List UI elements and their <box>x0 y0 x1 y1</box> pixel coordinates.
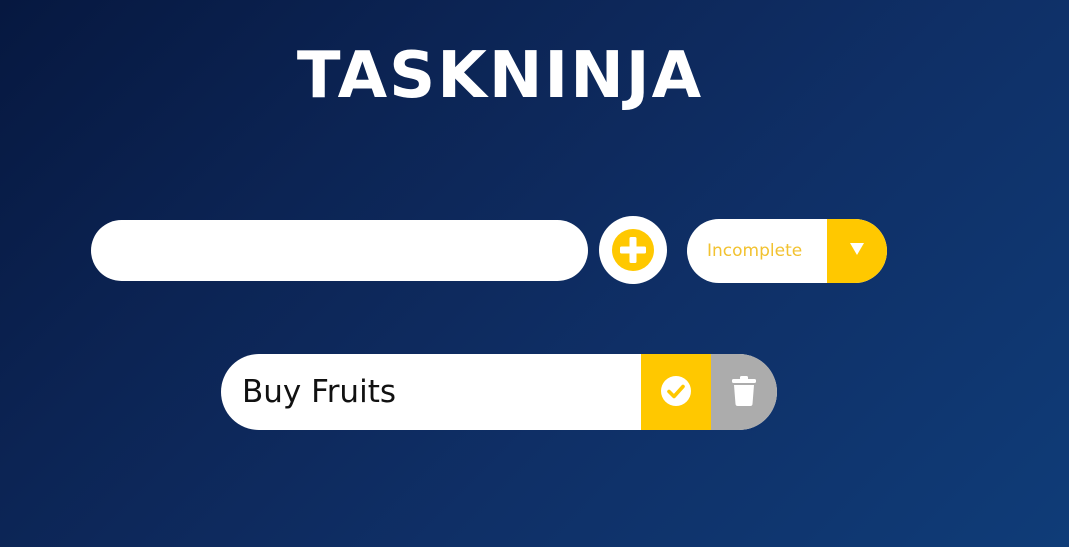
delete-task-button[interactable] <box>711 354 777 430</box>
app-title: TASKNINJA <box>296 39 704 113</box>
filter-selected-value: Incomplete <box>707 241 803 261</box>
filter-select[interactable]: Incomplete <box>687 219 887 283</box>
filter-dropdown-toggle[interactable] <box>827 219 887 283</box>
add-task-button[interactable] <box>599 216 667 284</box>
plus-circle-icon <box>610 227 656 273</box>
triangle-down-icon <box>849 242 865 261</box>
task-input[interactable] <box>91 220 588 281</box>
check-circle-icon <box>660 375 692 410</box>
complete-task-button[interactable] <box>641 354 711 430</box>
todo-item: Buy Fruits <box>221 354 777 430</box>
trash-icon <box>731 375 757 410</box>
todo-text: Buy Fruits <box>242 374 397 410</box>
